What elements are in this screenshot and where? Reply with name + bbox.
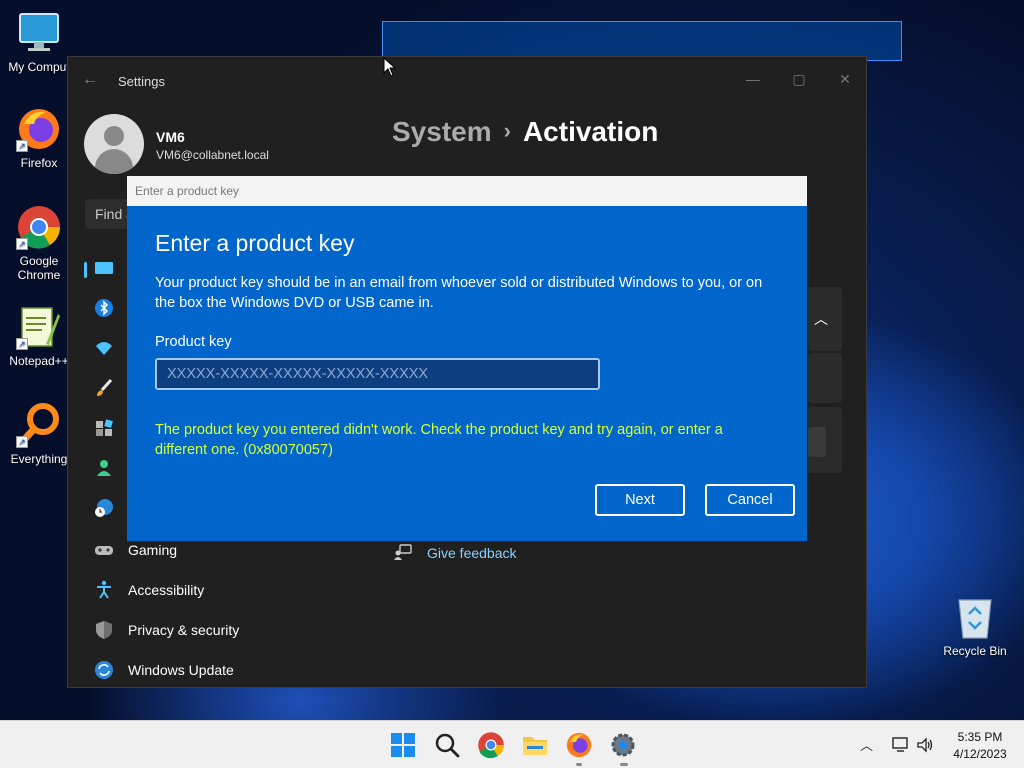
desktop-selection-rectangle bbox=[382, 21, 902, 61]
brush-icon bbox=[94, 378, 114, 398]
desktop-icon-recycle-bin[interactable]: Recycle Bin bbox=[938, 596, 1012, 658]
user-email: VM6@collabnet.local bbox=[156, 148, 269, 162]
monitor-icon bbox=[94, 258, 114, 278]
window-title: Settings bbox=[118, 74, 165, 89]
next-button[interactable]: Next bbox=[595, 484, 685, 516]
desktop-icon-notepadpp[interactable]: ↗ Notepad++ bbox=[1, 304, 77, 368]
minimize-button[interactable]: — bbox=[738, 65, 768, 93]
clock-date[interactable]: 4/12/2023 bbox=[940, 747, 1020, 761]
shortcut-arrow-icon: ↗ bbox=[16, 436, 28, 448]
update-sync-icon bbox=[94, 660, 114, 680]
active-indicator bbox=[620, 763, 628, 766]
file-explorer-icon[interactable] bbox=[521, 731, 549, 759]
globe-clock-icon bbox=[94, 498, 114, 518]
sidebar-item-label: Accessibility bbox=[128, 582, 205, 598]
desktop-icon-label: Everything bbox=[10, 452, 68, 466]
change-button-edge[interactable] bbox=[808, 427, 826, 457]
dialog-heading: Enter a product key bbox=[155, 230, 355, 256]
close-button[interactable]: ✕ bbox=[830, 65, 860, 93]
desktop-icon-chrome[interactable]: ↗ Google Chrome bbox=[1, 204, 77, 282]
product-key-dialog[interactable]: Enter a product key Enter a product key … bbox=[127, 176, 807, 541]
sidebar-item-label: Gaming bbox=[128, 542, 178, 558]
avatar-head-shape bbox=[104, 126, 124, 146]
desktop-icon-firefox[interactable]: ↗ Firefox bbox=[1, 106, 77, 170]
activation-state-card[interactable]: ︿ bbox=[808, 287, 842, 351]
user-name: VM6 bbox=[156, 129, 185, 145]
start-windows-icon[interactable] bbox=[389, 731, 417, 759]
desktop-icon-label: Notepad++ bbox=[9, 354, 69, 368]
everything-search-icon: ↗ bbox=[16, 402, 62, 448]
desktop-icon-everything[interactable]: ↗ Everything bbox=[1, 402, 77, 466]
desktop-icon-label: My Comput bbox=[8, 60, 70, 74]
maximize-button[interactable]: ▢ bbox=[784, 65, 814, 93]
apps-icon bbox=[94, 418, 114, 438]
volume-icon[interactable] bbox=[916, 736, 934, 754]
recycle-bin-label: Recycle Bin bbox=[943, 644, 1007, 658]
product-key-label: Product key bbox=[155, 334, 232, 350]
taskbar: ︿ 5:35 PM 4/12/2023 bbox=[0, 720, 1024, 768]
wifi-icon bbox=[94, 338, 114, 358]
sidebar-item-windows-update[interactable]: Windows Update bbox=[84, 651, 314, 689]
tray-chevron-up-icon[interactable]: ︿ bbox=[860, 735, 873, 754]
gamepad-icon bbox=[94, 540, 114, 560]
give-feedback-label[interactable]: Give feedback bbox=[427, 545, 517, 561]
sidebar-item-privacy[interactable]: Privacy & security bbox=[84, 611, 314, 649]
dialog-description: Your product key should be in an email f… bbox=[155, 275, 763, 311]
breadcrumb: System › Activation bbox=[392, 116, 658, 148]
firefox-taskbar-icon[interactable] bbox=[565, 731, 593, 759]
avatar[interactable] bbox=[84, 114, 144, 174]
person-icon bbox=[94, 458, 114, 478]
sidebar-item-label: Windows Update bbox=[128, 662, 234, 678]
desktop-icon-label: Firefox bbox=[20, 156, 58, 170]
shortcut-arrow-icon: ↗ bbox=[16, 338, 28, 350]
change-product-key-card[interactable] bbox=[808, 407, 842, 473]
recycle-bin-icon bbox=[955, 596, 995, 640]
desktop-icon-label: Google Chrome bbox=[17, 254, 61, 282]
breadcrumb-current: Activation bbox=[522, 116, 659, 147]
network-icon[interactable] bbox=[892, 736, 910, 754]
shield-icon bbox=[94, 620, 114, 640]
computer-icon bbox=[16, 10, 62, 56]
breadcrumb-separator: › bbox=[503, 118, 511, 143]
dialog-titlebar[interactable]: Enter a product key bbox=[127, 176, 807, 206]
chrome-taskbar-icon[interactable] bbox=[477, 731, 505, 759]
clock-time[interactable]: 5:35 PM bbox=[940, 730, 1020, 744]
accessibility-icon bbox=[94, 580, 114, 600]
search-icon[interactable] bbox=[433, 731, 461, 759]
avatar-body-shape bbox=[95, 149, 133, 174]
breadcrumb-parent[interactable]: System bbox=[392, 116, 492, 147]
product-key-input[interactable] bbox=[155, 358, 600, 390]
cancel-button[interactable]: Cancel bbox=[705, 484, 795, 516]
firefox-icon: ↗ bbox=[16, 106, 62, 152]
chrome-icon: ↗ bbox=[16, 204, 62, 250]
sidebar-item-label: Privacy & security bbox=[128, 622, 240, 638]
error-message: The product key you entered didn't work.… bbox=[155, 422, 723, 458]
bluetooth-icon bbox=[94, 298, 114, 318]
sidebar-item-accessibility[interactable]: Accessibility bbox=[84, 571, 314, 609]
settings-card[interactable] bbox=[808, 353, 842, 403]
running-indicator bbox=[576, 763, 582, 766]
shortcut-arrow-icon: ↗ bbox=[16, 140, 28, 152]
shortcut-arrow-icon: ↗ bbox=[16, 238, 28, 250]
feedback-icon bbox=[394, 543, 412, 561]
chevron-up-icon[interactable]: ︿ bbox=[814, 309, 828, 329]
desktop-icon-my-computer[interactable]: My Comput bbox=[1, 10, 77, 74]
settings-titlebar[interactable]: ← Settings — ▢ ✕ bbox=[68, 57, 866, 103]
back-arrow-icon[interactable]: ← bbox=[82, 71, 100, 89]
settings-gear-icon[interactable] bbox=[609, 731, 637, 759]
mouse-cursor-icon bbox=[383, 56, 397, 77]
notepadpp-icon: ↗ bbox=[16, 304, 62, 350]
